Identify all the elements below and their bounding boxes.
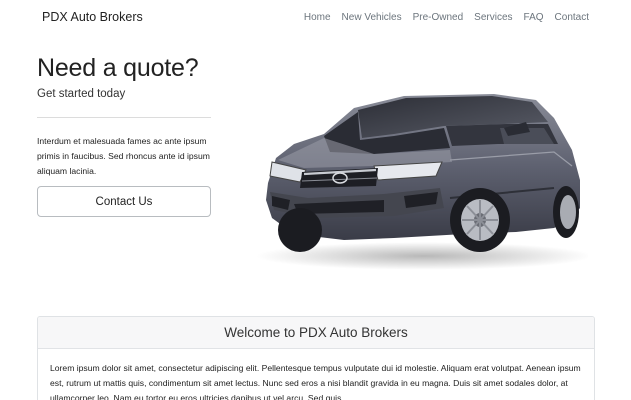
hero-divider: [37, 117, 211, 118]
nav-link-faq[interactable]: FAQ: [524, 12, 544, 23]
welcome-card-title: Welcome to PDX Auto Brokers: [38, 317, 594, 349]
nav-link-services[interactable]: Services: [474, 12, 512, 23]
hero-subtitle: Get started today: [37, 88, 126, 100]
nav-link-contact[interactable]: Contact: [555, 12, 589, 23]
hero-title: Need a quote?: [37, 54, 199, 82]
welcome-card: Welcome to PDX Auto Brokers Lorem ipsum …: [37, 316, 595, 400]
brand-logo-link[interactable]: PDX Auto Brokers: [42, 10, 143, 24]
hero-car-image: [256, 94, 588, 270]
nav-link-pre-owned[interactable]: Pre-Owned: [413, 12, 464, 23]
contact-us-button[interactable]: Contact Us: [37, 186, 211, 217]
navbar: PDX Auto Brokers Home New Vehicles Pre-O…: [0, 0, 631, 36]
nav-links: Home New Vehicles Pre-Owned Services FAQ…: [304, 12, 589, 23]
welcome-card-body: Lorem ipsum dolor sit amet, consectetur …: [50, 363, 581, 400]
nav-link-home[interactable]: Home: [304, 12, 331, 23]
hero-description: Interdum et malesuada fames ac ante ipsu…: [37, 136, 210, 176]
nav-link-new-vehicles[interactable]: New Vehicles: [342, 12, 402, 23]
